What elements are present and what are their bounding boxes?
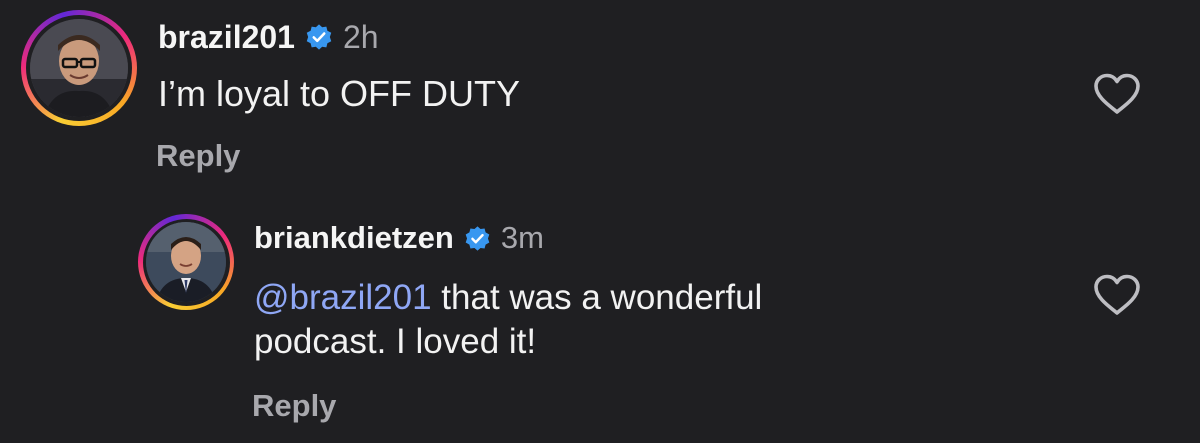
avatar-story-ring[interactable]	[138, 214, 234, 310]
comment-timestamp: 2h	[342, 18, 379, 55]
comment-text-line: podcast. I loved it!	[254, 322, 537, 362]
heart-outline-icon[interactable]	[1092, 273, 1142, 317]
avatar	[30, 19, 128, 117]
avatar-ring-gap	[142, 218, 230, 306]
username[interactable]: brazil201	[158, 19, 295, 56]
comment-header: briankdietzen 3m	[254, 218, 544, 258]
verified-badge-icon	[464, 225, 491, 252]
username[interactable]: briankdietzen	[254, 220, 454, 256]
reply-button[interactable]: Reply	[156, 138, 240, 174]
comment-timestamp: 3m	[500, 220, 544, 255]
avatar	[146, 222, 226, 302]
comment-item: brazil201 2h I’m loyal to OFF DUTY Reply	[0, 0, 1200, 200]
avatar-story-ring[interactable]	[21, 10, 137, 126]
avatar-photo	[30, 19, 128, 117]
heart-outline-icon[interactable]	[1092, 72, 1142, 116]
comment-text: I’m loyal to OFF DUTY	[158, 73, 521, 114]
verified-badge-icon	[305, 23, 333, 51]
avatar-photo	[146, 222, 226, 302]
reply-comment-item: briankdietzen 3m @brazil201 that was a w…	[0, 200, 1200, 443]
avatar-ring-gap	[26, 15, 132, 121]
reply-button[interactable]: Reply	[252, 388, 336, 424]
user-mention-link[interactable]: @brazil201	[254, 278, 432, 317]
comment-text: @brazil201 that was a wonderful podcast.…	[254, 276, 762, 365]
comment-text-line: @brazil201 that was a wonderful	[254, 276, 762, 320]
comment-header: brazil201 2h	[158, 16, 379, 58]
comment-text-segment: that was a wonderful	[431, 278, 763, 317]
